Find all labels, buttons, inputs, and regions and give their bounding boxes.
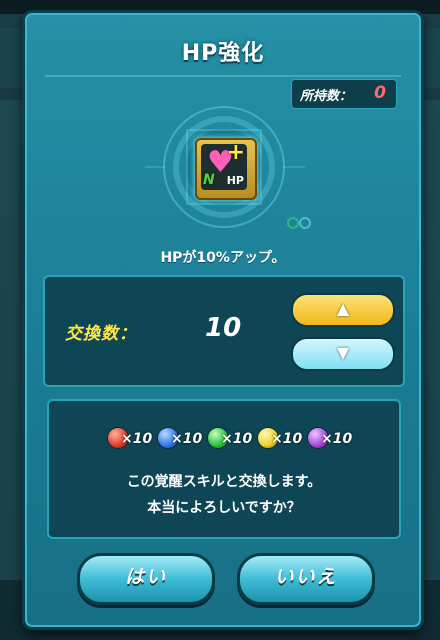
exchange-count-value: 10	[205, 313, 242, 343]
yes-button[interactable]: はい	[77, 553, 215, 605]
title-divider	[45, 75, 401, 77]
orb-count: ×10	[221, 431, 253, 447]
decrease-button[interactable]: ▼	[291, 337, 395, 371]
increase-button[interactable]: ▲	[291, 293, 395, 327]
orb-cost-list: ×10 ×10 ×10 ×10 ×10	[107, 427, 352, 451]
confirm-panel: ×10 ×10 ×10 ×10 ×10 この覚醒スキルと交換します。 本当によろ…	[47, 399, 401, 539]
hp-enhance-dialog: HP強化 所持数： 0 ♥ + N HP HPが10%アップ。 交換数： 10 …	[22, 10, 424, 630]
orb-cost-yellow: ×10	[257, 427, 307, 451]
orb-cost-red: ×10	[107, 427, 157, 451]
orb-count: ×10	[321, 431, 353, 447]
exchange-count-label: 交換数：	[65, 324, 137, 344]
no-button[interactable]: いいえ	[237, 553, 375, 605]
orb-cost-purple: ×10	[307, 427, 357, 451]
hp-mark: HP	[226, 174, 244, 187]
triangle-down-icon: ▼	[336, 343, 350, 362]
orb-count: ×10	[121, 431, 153, 447]
dialog-title: HP強化	[181, 41, 265, 66]
owned-label: 所持数：	[300, 89, 353, 104]
owned-value: 0	[374, 83, 386, 103]
confirm-message-line1: この覚醒スキルと交換します。	[126, 474, 322, 490]
skill-icon-inner: ♥ + N HP	[201, 140, 247, 190]
orb-count: ×10	[171, 431, 203, 447]
triangle-up-icon: ▲	[336, 299, 350, 318]
skill-description: HPが10%アップ。	[160, 250, 286, 266]
exchange-count-panel: 交換数： 10 ▲ ▼	[43, 275, 405, 387]
rank-mark: N	[203, 172, 215, 188]
orb-count: ×10	[271, 431, 303, 447]
plus-icon: +	[226, 140, 245, 165]
heart-plus-icon: ♥ + N HP	[195, 138, 257, 200]
skill-emblem: ♥ + N HP	[135, 105, 315, 245]
confirm-message-line2: 本当によろしいですか？	[147, 500, 301, 516]
orb-cost-green: ×10	[207, 427, 257, 451]
orb-cost-blue: ×10	[157, 427, 207, 451]
